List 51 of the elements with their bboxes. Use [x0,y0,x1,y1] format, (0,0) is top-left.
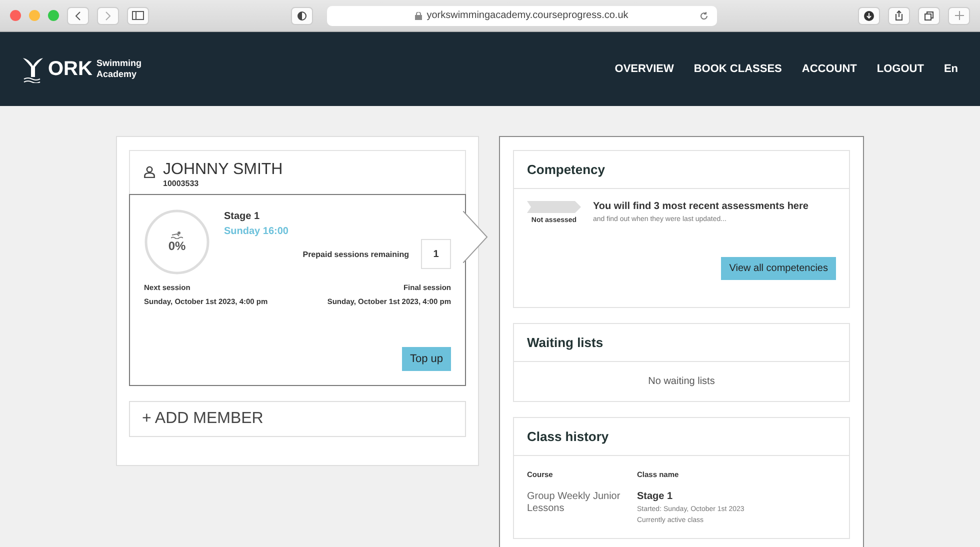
assessment-badge-icon [527,201,581,213]
logo-text: Academy [96,69,138,80]
empty-message: No waiting lists [647,375,716,389]
swimmer-icon [171,231,183,239]
add-member-button[interactable]: + ADD MEMBER [129,401,466,437]
logo-text: ORK [48,58,92,80]
progress-ring [144,209,210,275]
sidebar-icon [132,11,144,20]
nav-link[interactable]: BOOK CLASSES [694,63,782,75]
tabs-button[interactable] [918,6,940,24]
member-number: 10003533 [163,179,200,188]
tabs-icon [924,10,934,20]
class-time: Sunday 16:00 [224,226,288,237]
card-title: Waiting lists [514,324,849,362]
sidebar-button[interactable] [127,6,149,24]
zoom-dot[interactable] [48,10,59,21]
chevron-left-icon [74,10,82,20]
share-icon [894,10,904,21]
lock-icon [414,12,422,20]
prepaid-count: 1 [421,239,451,269]
class-name: Stage 1 [637,491,674,502]
tail-icon [22,55,44,83]
member-name: JOHNNY SMITH [163,161,283,179]
chevron-right-icon [104,10,112,20]
new-tab-button[interactable] [948,6,970,24]
view-competencies-button[interactable]: View all competencies [721,257,836,280]
progress-percent: 0% [168,239,186,253]
download-icon [864,10,874,20]
logo-text: Swimming [96,58,142,69]
nav-link[interactable]: En [944,63,958,75]
share-button[interactable] [888,6,910,24]
card-title: Class history [514,418,849,456]
stage-name: Stage 1 [224,211,261,222]
nav-link[interactable]: OVERVIEW [614,63,674,75]
competency-heading: You will find 3 most recent assessments here [593,201,808,212]
address-bar[interactable]: yorkswimmingacademy.courseprogress.co.uk [326,6,716,26]
person-icon [144,166,155,178]
prepaid-label: Prepaid sessions remaining [302,250,409,258]
close-dot[interactable] [10,10,21,21]
nav-link[interactable]: ACCOUNT [802,63,857,75]
half-circle-icon [296,10,306,20]
minimize-dot[interactable] [29,10,40,21]
plus-icon [954,11,964,20]
download-button[interactable] [858,6,880,24]
back-button[interactable] [67,6,89,24]
table-cell-text: Group Weekly Junior Lessons [527,491,622,516]
privacy-button[interactable] [290,6,312,24]
top-up-button[interactable]: Top up [402,347,451,371]
card-title: Competency [514,151,849,189]
nav-link[interactable]: LOGOUT [876,63,924,75]
reload-icon[interactable] [698,10,708,20]
